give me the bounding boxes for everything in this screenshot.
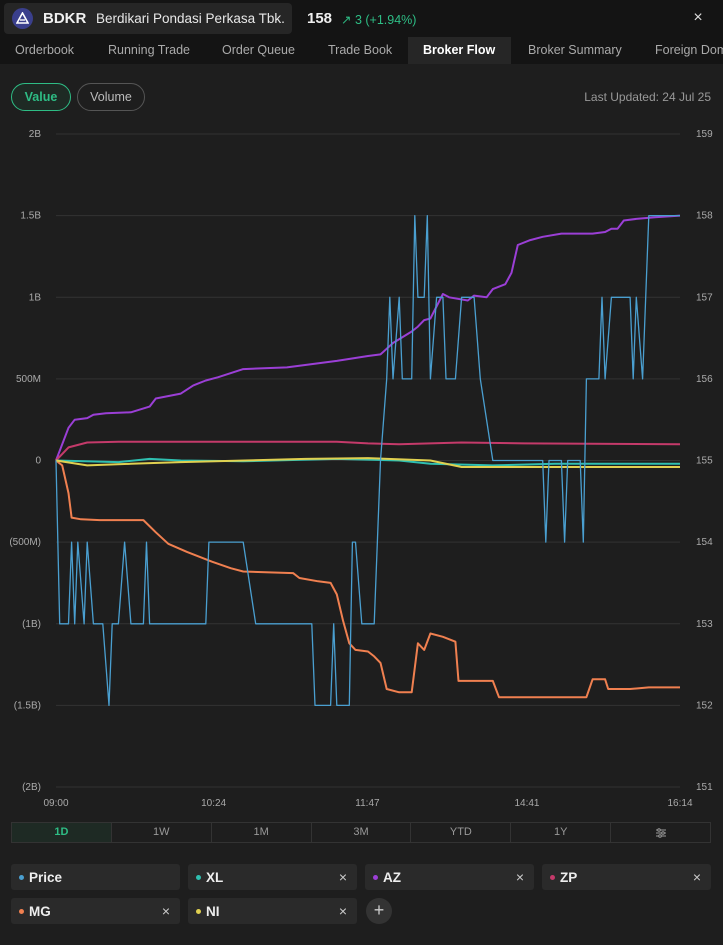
x-tick: 09:00 — [43, 798, 68, 809]
value-toggle[interactable]: Value — [11, 83, 71, 111]
broker-flow-chart[interactable]: 2B 159 1.5B 158 1B 157 500M 156 0 155 (500M) 154 (1B… — [0, 120, 723, 810]
legend-label-xl: XL — [206, 870, 224, 885]
y-left-tick: 0 — [35, 456, 41, 467]
tab-bar: Orderbook Running Trade Order Queue Trad… — [0, 37, 723, 64]
y-right-tick: 152 — [696, 700, 713, 711]
title-bar: BDKR Berdikari Pondasi Perkasa Tbk. 158 … — [0, 0, 723, 37]
xl-dot — [196, 875, 201, 880]
y-right-tick: 155 — [696, 456, 713, 467]
remove-mg-icon[interactable]: × — [162, 903, 170, 919]
legend-chip-price[interactable]: Price — [11, 864, 180, 890]
remove-ni-icon[interactable]: × — [339, 903, 347, 919]
tab-foreign-dom[interactable]: Foreign Dom — [640, 37, 723, 64]
remove-az-icon[interactable]: × — [516, 869, 524, 885]
ticker-symbol: BDKR — [43, 10, 87, 27]
period-3m[interactable]: 3M — [312, 823, 412, 842]
period-selector: 1D 1W 1M 3M YTD 1Y — [11, 822, 711, 843]
y-right-tick: 159 — [696, 129, 713, 140]
period-ytd[interactable]: YTD — [411, 823, 512, 842]
series-line-xl — [55, 457, 680, 467]
period-1m[interactable]: 1M — [212, 823, 312, 842]
tab-broker-flow[interactable]: Broker Flow — [408, 37, 511, 64]
x-tick: 14:41 — [514, 798, 539, 809]
y-left-tick: 500M — [16, 374, 41, 385]
x-tick: 10:24 — [201, 798, 226, 809]
period-1w[interactable]: 1W — [112, 823, 212, 842]
arrow-up-right-icon: ↗ — [341, 13, 352, 27]
company-name: Berdikari Pondasi Perkasa Tbk. — [96, 11, 285, 26]
legend-label-zp: ZP — [560, 870, 578, 885]
price-change-value: 3 (+1.94%) — [354, 13, 417, 27]
plus-icon[interactable]: + — [366, 898, 392, 924]
remove-xl-icon[interactable]: × — [339, 869, 347, 885]
y-left-tick: (1.5B) — [14, 700, 41, 711]
tab-orderbook[interactable]: Orderbook — [0, 37, 89, 64]
legend-label-az: AZ — [383, 870, 401, 885]
tab-running-trade[interactable]: Running Trade — [93, 37, 205, 64]
period-1d[interactable]: 1D — [12, 823, 112, 842]
y-left-tick: (2B) — [22, 782, 41, 793]
legend-chip-ni[interactable]: NI × — [188, 898, 357, 924]
zp-dot — [550, 875, 555, 880]
y-left-tick: 2B — [29, 129, 42, 140]
last-updated: Last Updated: 24 Jul 25 — [584, 90, 711, 104]
tab-trade-book[interactable]: Trade Book — [313, 37, 407, 64]
legend-chip-xl[interactable]: XL × — [188, 864, 357, 890]
y-right-tick: 156 — [696, 374, 713, 385]
close-icon[interactable]: × — [688, 8, 708, 28]
legend-chip-az[interactable]: AZ × — [365, 864, 534, 890]
series-line-az — [55, 214, 681, 461]
volume-toggle[interactable]: Volume — [77, 83, 145, 111]
y-left-tick: (1B) — [22, 619, 41, 630]
legend-chip-zp[interactable]: ZP × — [542, 864, 711, 890]
y-left-tick: 1B — [29, 292, 42, 303]
az-dot — [373, 875, 378, 880]
y-right-tick: 157 — [696, 292, 713, 303]
tab-broker-summary[interactable]: Broker Summary — [513, 37, 637, 64]
series-line-mg — [55, 459, 680, 699]
y-right-tick: 153 — [696, 619, 713, 630]
price-change: ↗ 3 (+1.94%) — [341, 12, 416, 27]
y-right-tick: 154 — [696, 537, 713, 548]
logo-icon — [12, 8, 33, 29]
y-left-tick: (500M) — [9, 537, 41, 548]
y-right-tick: 151 — [696, 782, 713, 793]
tab-order-queue[interactable]: Order Queue — [207, 37, 310, 64]
ni-dot — [196, 909, 201, 914]
y-left-tick: 1.5B — [20, 211, 41, 222]
legend-label-mg: MG — [29, 904, 51, 919]
y-right-tick: 158 — [696, 211, 713, 222]
legend-label-price: Price — [29, 870, 63, 885]
x-tick: 11:47 — [355, 798, 380, 809]
last-price: 158 — [307, 10, 333, 27]
remove-zp-icon[interactable]: × — [693, 869, 701, 885]
price-dot — [19, 875, 24, 880]
legend-label-ni: NI — [206, 904, 220, 919]
filter-settings-icon[interactable] — [611, 823, 710, 842]
x-tick: 16:14 — [667, 798, 692, 809]
period-1y[interactable]: 1Y — [511, 823, 612, 842]
mg-dot — [19, 909, 24, 914]
legend-chip-mg[interactable]: MG × — [11, 898, 180, 924]
